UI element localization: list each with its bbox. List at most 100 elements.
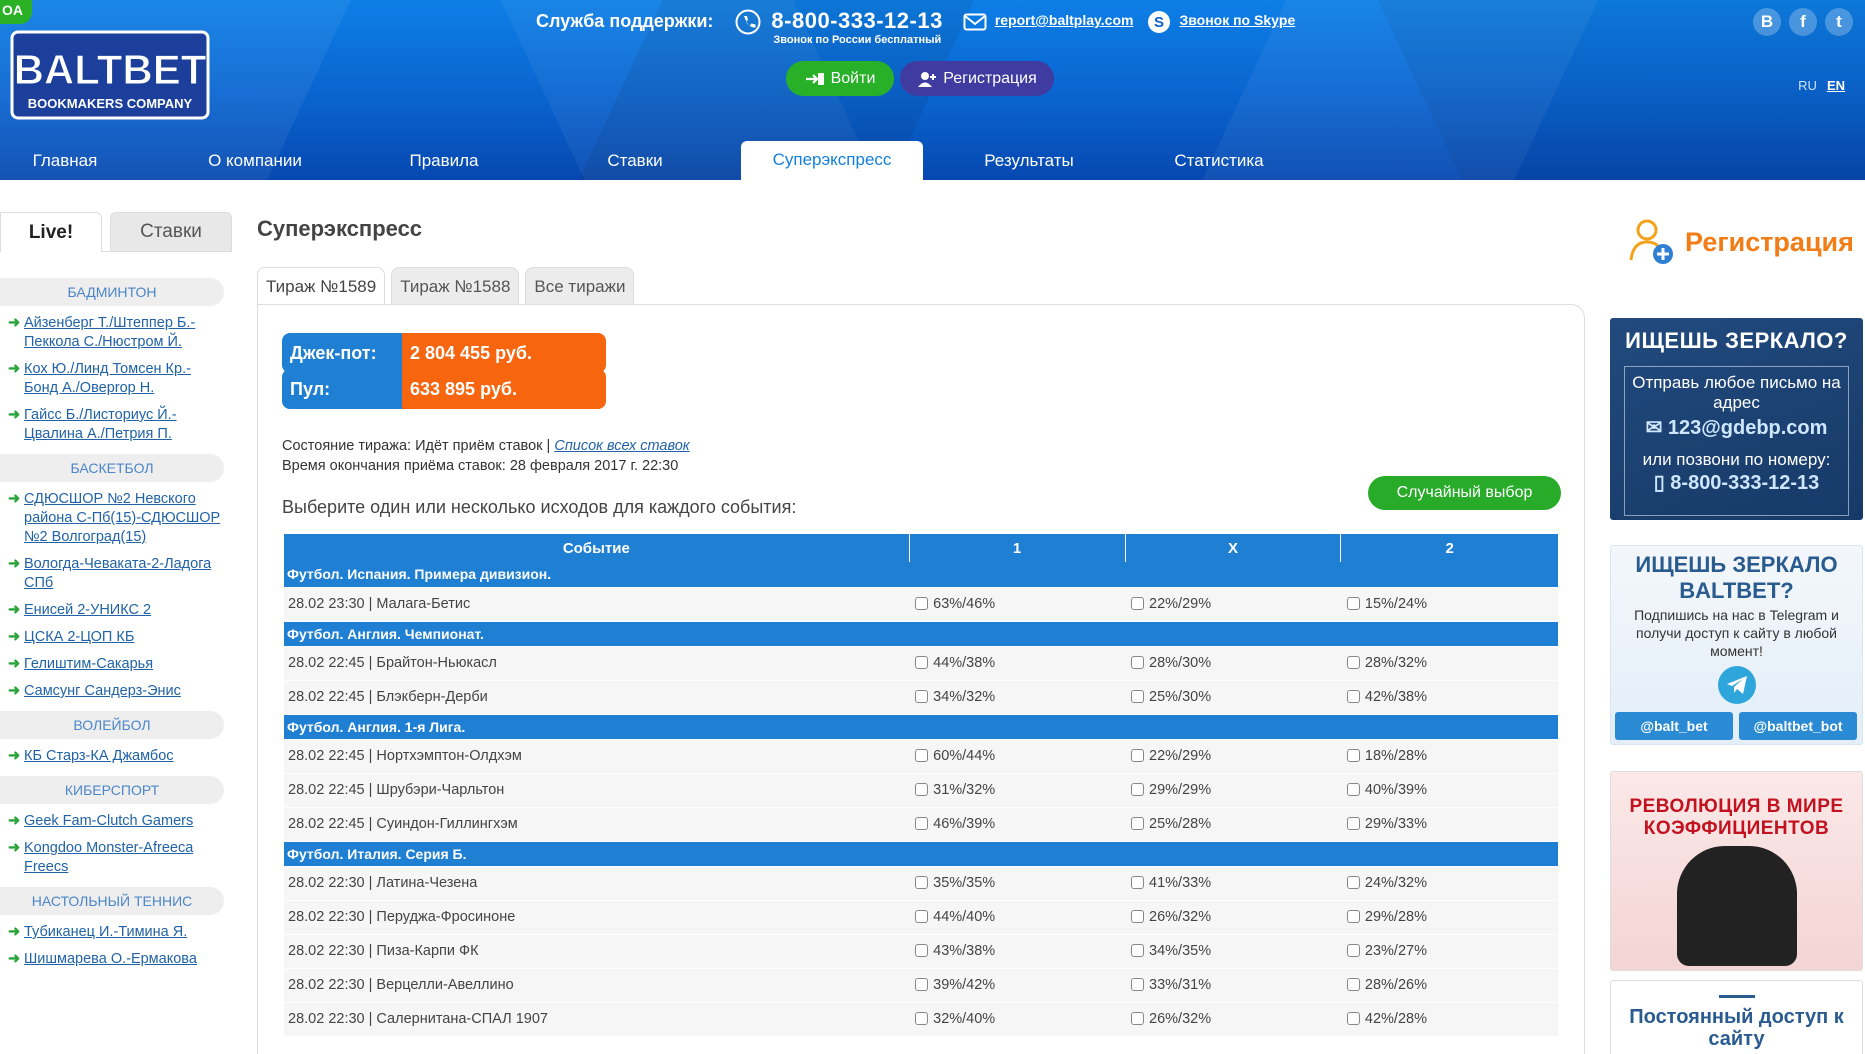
support-phone[interactable]: 8-800-333-12-13 <box>771 8 942 34</box>
live-match-item[interactable]: ➜ Тубиканец И.-Тимина Я. <box>0 923 232 942</box>
outcome-x-checkbox[interactable] <box>1131 749 1145 762</box>
outcome-x-cell[interactable]: 33%/31% <box>1125 968 1341 1003</box>
telegram-channel-button[interactable]: @balt_bet <box>1615 712 1733 740</box>
outcome-x-cell[interactable]: 25%/28% <box>1125 807 1341 842</box>
outcome-1-cell[interactable]: 46%/39% <box>909 807 1126 842</box>
outcome-x-checkbox[interactable] <box>1131 690 1145 703</box>
outcome-x-cell[interactable]: 26%/32% <box>1125 900 1341 935</box>
register-link[interactable]: Регистрация <box>1625 216 1854 268</box>
outcome-2-cell[interactable]: 40%/39% <box>1340 773 1558 808</box>
random-pick-button[interactable]: Случайный выбор <box>1368 476 1561 510</box>
live-match-link[interactable]: Geek Fam-Clutch Gamers <box>24 812 224 831</box>
outcome-2-cell[interactable]: 23%/27% <box>1340 934 1558 969</box>
outcome-2-cell[interactable]: 15%/24% <box>1340 587 1558 622</box>
twitter-icon[interactable]: t <box>1825 8 1853 36</box>
outcome-2-checkbox[interactable] <box>1346 656 1360 669</box>
outcome-2-cell[interactable]: 28%/32% <box>1340 646 1558 681</box>
facebook-icon[interactable]: f <box>1789 8 1817 36</box>
sport-header[interactable]: БАДМИНТОН <box>0 278 224 306</box>
live-match-item[interactable]: ➜ Kongdoo Monster-Afreeca Freecs <box>0 839 232 877</box>
sport-header[interactable]: ВОЛЕЙБОЛ <box>0 711 224 739</box>
live-match-item[interactable]: ➜ Айзенберг Т./Штеппер Б.-Пеккола С./Нюст… <box>0 314 232 352</box>
outcome-x-checkbox[interactable] <box>1131 656 1145 669</box>
live-match-link[interactable]: Айзенберг Т./Штеппер Б.-Пеккола С./Нюстр… <box>24 314 224 352</box>
skype-call-link[interactable]: Звонок по Skype <box>1179 12 1295 28</box>
outcome-x-checkbox[interactable] <box>1131 783 1145 796</box>
live-match-link[interactable]: Гайсс Б./Листориус Й.-Цвалина А./Петрия … <box>24 406 224 444</box>
lang-en[interactable]: EN <box>1827 78 1845 93</box>
outcome-2-checkbox[interactable] <box>1346 749 1360 762</box>
live-match-item[interactable]: ➜ Гелиштим-Сакарья <box>0 655 232 674</box>
live-match-item[interactable]: ➜ ЦСКА 2-ЦОП КБ <box>0 628 232 647</box>
outcome-x-checkbox[interactable] <box>1131 817 1145 830</box>
outcome-1-checkbox[interactable] <box>915 817 929 830</box>
outcome-1-checkbox[interactable] <box>915 656 929 669</box>
outcome-2-cell[interactable]: 24%/32% <box>1340 866 1558 901</box>
tab-live[interactable]: Live! <box>0 212 102 252</box>
outcome-2-checkbox[interactable] <box>1346 944 1360 957</box>
outcome-1-checkbox[interactable] <box>915 978 929 991</box>
outcome-1-cell[interactable]: 60%/44% <box>909 739 1126 774</box>
outcome-x-cell[interactable]: 22%/29% <box>1125 587 1341 622</box>
outcome-2-cell[interactable]: 42%/38% <box>1340 680 1558 715</box>
live-match-item[interactable]: ➜ Шишмарева О.-Ермакова <box>0 950 232 969</box>
nav-bets[interactable]: Ставки <box>590 142 680 180</box>
tab-bets[interactable]: Ставки <box>110 212 232 252</box>
outcome-x-cell[interactable]: 41%/33% <box>1125 866 1341 901</box>
outcome-1-cell[interactable]: 44%/40% <box>909 900 1126 935</box>
live-match-item[interactable]: ➜ Енисей 2-УНИКС 2 <box>0 601 232 620</box>
outcome-2-cell[interactable]: 29%/33% <box>1340 807 1558 842</box>
outcome-1-checkbox[interactable] <box>915 783 929 796</box>
telegram-bot-button[interactable]: @baltbet_bot <box>1739 712 1857 740</box>
outcome-1-checkbox[interactable] <box>915 597 929 610</box>
outcome-1-cell[interactable]: 39%/42% <box>909 968 1126 1003</box>
live-match-link[interactable]: Енисей 2-УНИКС 2 <box>24 601 224 620</box>
live-match-link[interactable]: Самсунг Сандерз-Энис <box>24 682 224 701</box>
baltbet-logo[interactable]: BALTBET BOOKMAKERS COMPANY <box>8 26 213 124</box>
outcome-2-checkbox[interactable] <box>1346 1012 1360 1025</box>
live-match-item[interactable]: ➜ Вологда-Чеваката-2-Ладога СПб <box>0 555 232 593</box>
all-bets-link[interactable]: Список всех ставок <box>554 438 689 454</box>
outcome-x-cell[interactable]: 25%/30% <box>1125 680 1341 715</box>
outcome-1-cell[interactable]: 44%/38% <box>909 646 1126 681</box>
outcome-1-cell[interactable]: 35%/35% <box>909 866 1126 901</box>
outcome-1-checkbox[interactable] <box>915 690 929 703</box>
lang-ru[interactable]: RU <box>1798 78 1817 93</box>
outcome-x-cell[interactable]: 22%/29% <box>1125 739 1341 774</box>
outcome-2-cell[interactable]: 18%/28% <box>1340 739 1558 774</box>
outcome-1-checkbox[interactable] <box>915 1012 929 1025</box>
outcome-x-cell[interactable]: 26%/32% <box>1125 1002 1341 1037</box>
nav-home[interactable]: Главная <box>14 142 116 180</box>
outcome-1-cell[interactable]: 31%/32% <box>909 773 1126 808</box>
support-email-link[interactable]: report@baltplay.com <box>995 12 1134 28</box>
nav-superexpress[interactable]: Суперэкспресс <box>741 141 923 180</box>
live-match-link[interactable]: ЦСКА 2-ЦОП КБ <box>24 628 224 647</box>
nav-rules[interactable]: Правила <box>394 142 494 180</box>
outcome-1-cell[interactable]: 32%/40% <box>909 1002 1126 1037</box>
vk-icon[interactable]: В <box>1753 8 1781 36</box>
sport-header[interactable]: НАСТОЛЬНЫЙ ТЕННИС <box>0 887 224 915</box>
outcome-x-checkbox[interactable] <box>1131 978 1145 991</box>
outcome-x-checkbox[interactable] <box>1131 597 1145 610</box>
outcome-2-cell[interactable]: 29%/28% <box>1340 900 1558 935</box>
nav-results[interactable]: Результаты <box>970 142 1088 180</box>
live-match-item[interactable]: ➜ СДЮСШОР №2 Невского района С-Пб(15)-СДЮ… <box>0 490 232 547</box>
tab-draw-1589[interactable]: Тираж №1589 <box>257 267 386 305</box>
outcome-2-checkbox[interactable] <box>1346 597 1360 610</box>
telegram-banner[interactable]: ИЩЕШЬ ЗЕРКАЛО BALTBET? Подпишись на нас … <box>1610 545 1863 745</box>
outcome-1-checkbox[interactable] <box>915 944 929 957</box>
outcome-2-checkbox[interactable] <box>1346 978 1360 991</box>
outcome-2-checkbox[interactable] <box>1346 910 1360 923</box>
live-match-link[interactable]: Гелиштим-Сакарья <box>24 655 224 674</box>
outcome-2-checkbox[interactable] <box>1346 690 1360 703</box>
live-match-item[interactable]: ➜ Geek Fam-Clutch Gamers <box>0 812 232 831</box>
outcome-1-checkbox[interactable] <box>915 749 929 762</box>
live-match-link[interactable]: Вологда-Чеваката-2-Ладога СПб <box>24 555 224 593</box>
live-match-link[interactable]: Шишмарева О.-Ермакова <box>24 950 224 969</box>
live-match-item[interactable]: ➜ Самсунг Сандерз-Энис <box>0 682 232 701</box>
outcome-1-checkbox[interactable] <box>915 876 929 889</box>
tab-all-draws[interactable]: Все тиражи <box>525 267 635 305</box>
tab-draw-1588[interactable]: Тираж №1588 <box>391 267 520 305</box>
outcome-2-checkbox[interactable] <box>1346 817 1360 830</box>
outcome-x-checkbox[interactable] <box>1131 910 1145 923</box>
